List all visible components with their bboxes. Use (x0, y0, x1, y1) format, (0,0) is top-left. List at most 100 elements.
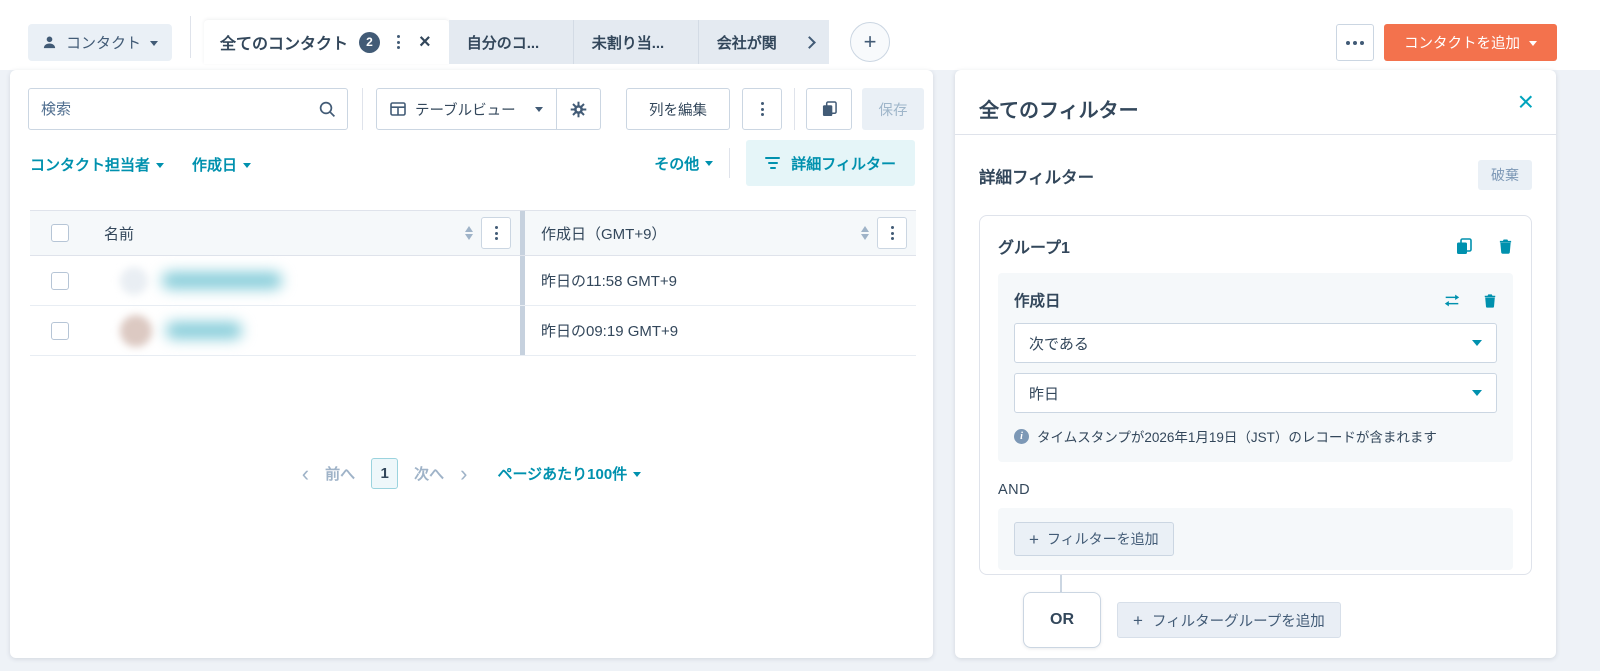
contacts-panel: テーブルビュー 列を編集 保存 コンタクト担当者 作成日 (10, 70, 933, 658)
panel-title: 全てのフィルター (979, 100, 1139, 122)
view-tabs: 全てのコンタクト 2 × 自分のコ... 未割り当... 会社が関 (204, 20, 829, 64)
view-settings-button[interactable] (555, 89, 600, 129)
table-row[interactable]: 昨日の09:19 GMT+9 (30, 306, 916, 356)
tab-all-contacts[interactable]: 全てのコンタクト 2 × (204, 20, 449, 64)
advanced-filters-button[interactable]: 詳細フィルター (746, 140, 915, 186)
caret-down-icon (156, 162, 165, 172)
filter-icon (765, 157, 781, 169)
clone-view-button[interactable] (806, 88, 852, 130)
select-all-checkbox[interactable] (51, 224, 69, 242)
chevron-right-icon (803, 35, 817, 49)
search-input[interactable] (28, 88, 348, 130)
contact-name-link-redacted[interactable] (166, 322, 242, 339)
advanced-filters-heading: 詳細フィルター (979, 169, 1095, 187)
duplicate-group-icon[interactable] (1456, 237, 1472, 255)
next-page-button[interactable]: 次へ (414, 463, 444, 484)
or-label: OR (1050, 611, 1074, 628)
contacts-table: 名前 作成日（GMT+9） 昨日の11:58 GMT+9 昨日の09:19 GM… (30, 210, 916, 356)
toolbar-divider (362, 88, 363, 130)
current-page-button[interactable]: 1 (371, 458, 399, 489)
swap-property-icon[interactable] (1443, 293, 1461, 308)
toolbar-divider (794, 88, 795, 130)
per-page-dropdown[interactable]: ページあたり100件 (497, 463, 642, 484)
operator-value: 次である (1029, 335, 1089, 353)
tab-kebab-icon[interactable] (391, 31, 406, 53)
add-view-button[interactable]: + (850, 22, 890, 62)
add-filter-group-button[interactable]: + フィルターグループを追加 (1117, 602, 1341, 638)
caret-down-icon (1472, 390, 1482, 401)
kebab-icon (755, 98, 770, 120)
chevron-left-icon[interactable]: ‹ (302, 462, 309, 485)
delete-condition-icon[interactable] (1483, 293, 1497, 308)
object-switcher-button[interactable]: コンタクト (28, 24, 173, 61)
and-filter-box: + フィルターを追加 (998, 508, 1513, 570)
view-selector-button[interactable]: テーブルビュー (377, 89, 556, 129)
ellipsis-icon (1346, 40, 1350, 45)
all-filters-panel: 全てのフィルター × 詳細フィルター 破棄 グループ1 作成日 次である 昨日 … (955, 70, 1556, 658)
chevron-right-icon[interactable]: › (460, 462, 467, 485)
add-filter-button[interactable]: + フィルターを追加 (1014, 522, 1174, 556)
column-menu-button[interactable] (481, 217, 511, 249)
sort-icon[interactable] (465, 222, 473, 244)
info-icon: i (1014, 428, 1029, 444)
discard-button[interactable]: 破棄 (1478, 160, 1532, 190)
value-select[interactable]: 昨日 (1014, 373, 1497, 413)
advanced-filters-label: 詳細フィルター (791, 155, 896, 173)
column-menu-button[interactable] (877, 217, 907, 249)
filter-more-dropdown[interactable]: その他 (654, 153, 714, 174)
plus-icon: + (1029, 529, 1039, 549)
edit-columns-button[interactable]: 列を編集 (626, 88, 730, 130)
search-box (28, 88, 348, 130)
caret-down-icon (243, 162, 252, 172)
caret-down-icon (1529, 40, 1537, 50)
tab-unassigned[interactable]: 未割り当... (573, 20, 699, 64)
tab-company-associated[interactable]: 会社が関 (698, 20, 791, 64)
table-view-icon (390, 101, 406, 117)
view-selector-group: テーブルビュー (376, 88, 601, 130)
and-label: AND (998, 482, 1031, 498)
tab-close-icon[interactable]: × (417, 32, 433, 52)
add-contact-button[interactable]: コンタクトを追加 (1384, 24, 1557, 61)
caret-down-icon (150, 40, 159, 50)
filter-owner-dropdown[interactable]: コンタクト担当者 (30, 154, 165, 175)
save-view-button[interactable]: 保存 (862, 88, 924, 130)
condition-field-label: 作成日 (1014, 293, 1061, 310)
tabs-scroll-right-button[interactable] (790, 20, 829, 64)
kebab-icon (489, 222, 504, 244)
table-row[interactable]: 昨日の11:58 GMT+9 (30, 256, 916, 306)
group-title: グループ1 (998, 240, 1070, 257)
contact-name-link-redacted[interactable] (162, 272, 282, 289)
row-checkbox[interactable] (51, 321, 69, 340)
panel-header-divider (955, 134, 1556, 135)
tab-label: 自分のコ... (466, 34, 540, 52)
copy-icon (822, 101, 837, 117)
sort-icon[interactable] (861, 222, 869, 244)
condition-info-text: タイムスタンプが2026年1月19日（JST）のレコードが含まれます (1037, 430, 1437, 445)
topbar-divider (190, 16, 191, 58)
avatar (120, 266, 148, 295)
group-connector-line (1060, 575, 1062, 593)
row-checkbox[interactable] (51, 271, 69, 290)
gear-icon (570, 101, 587, 118)
person-icon (42, 35, 57, 50)
filter-create-date-label: 作成日 (192, 157, 238, 174)
delete-group-icon[interactable] (1498, 238, 1513, 254)
add-contact-label: コンタクトを追加 (1404, 36, 1520, 52)
close-panel-icon[interactable]: × (1518, 88, 1534, 116)
prev-page-button[interactable]: 前へ (325, 463, 355, 484)
avatar (120, 314, 152, 347)
value-value: 昨日 (1029, 385, 1060, 403)
more-actions-button[interactable] (1336, 24, 1374, 61)
plus-icon: + (1133, 610, 1143, 630)
tab-my-contacts[interactable]: 自分のコ... (448, 20, 574, 64)
filter-create-date-dropdown[interactable]: 作成日 (192, 154, 252, 175)
tab-label: 全てのコンタクト (220, 36, 349, 53)
filter-group-card: グループ1 作成日 次である 昨日 i タイムスタンプが2026年1月19日（J… (979, 215, 1532, 575)
toolbar-kebab-button[interactable] (742, 88, 782, 130)
top-bar: コンタクト 全てのコンタクト 2 × 自分のコ... 未割り当... 会社が関 … (0, 0, 1600, 70)
quick-filters-right: その他 詳細フィルター (654, 140, 915, 186)
filters-divider (729, 148, 731, 178)
per-page-label: ページあたり100件 (497, 466, 628, 483)
operator-select[interactable]: 次である (1014, 323, 1497, 363)
kebab-icon (885, 222, 900, 244)
